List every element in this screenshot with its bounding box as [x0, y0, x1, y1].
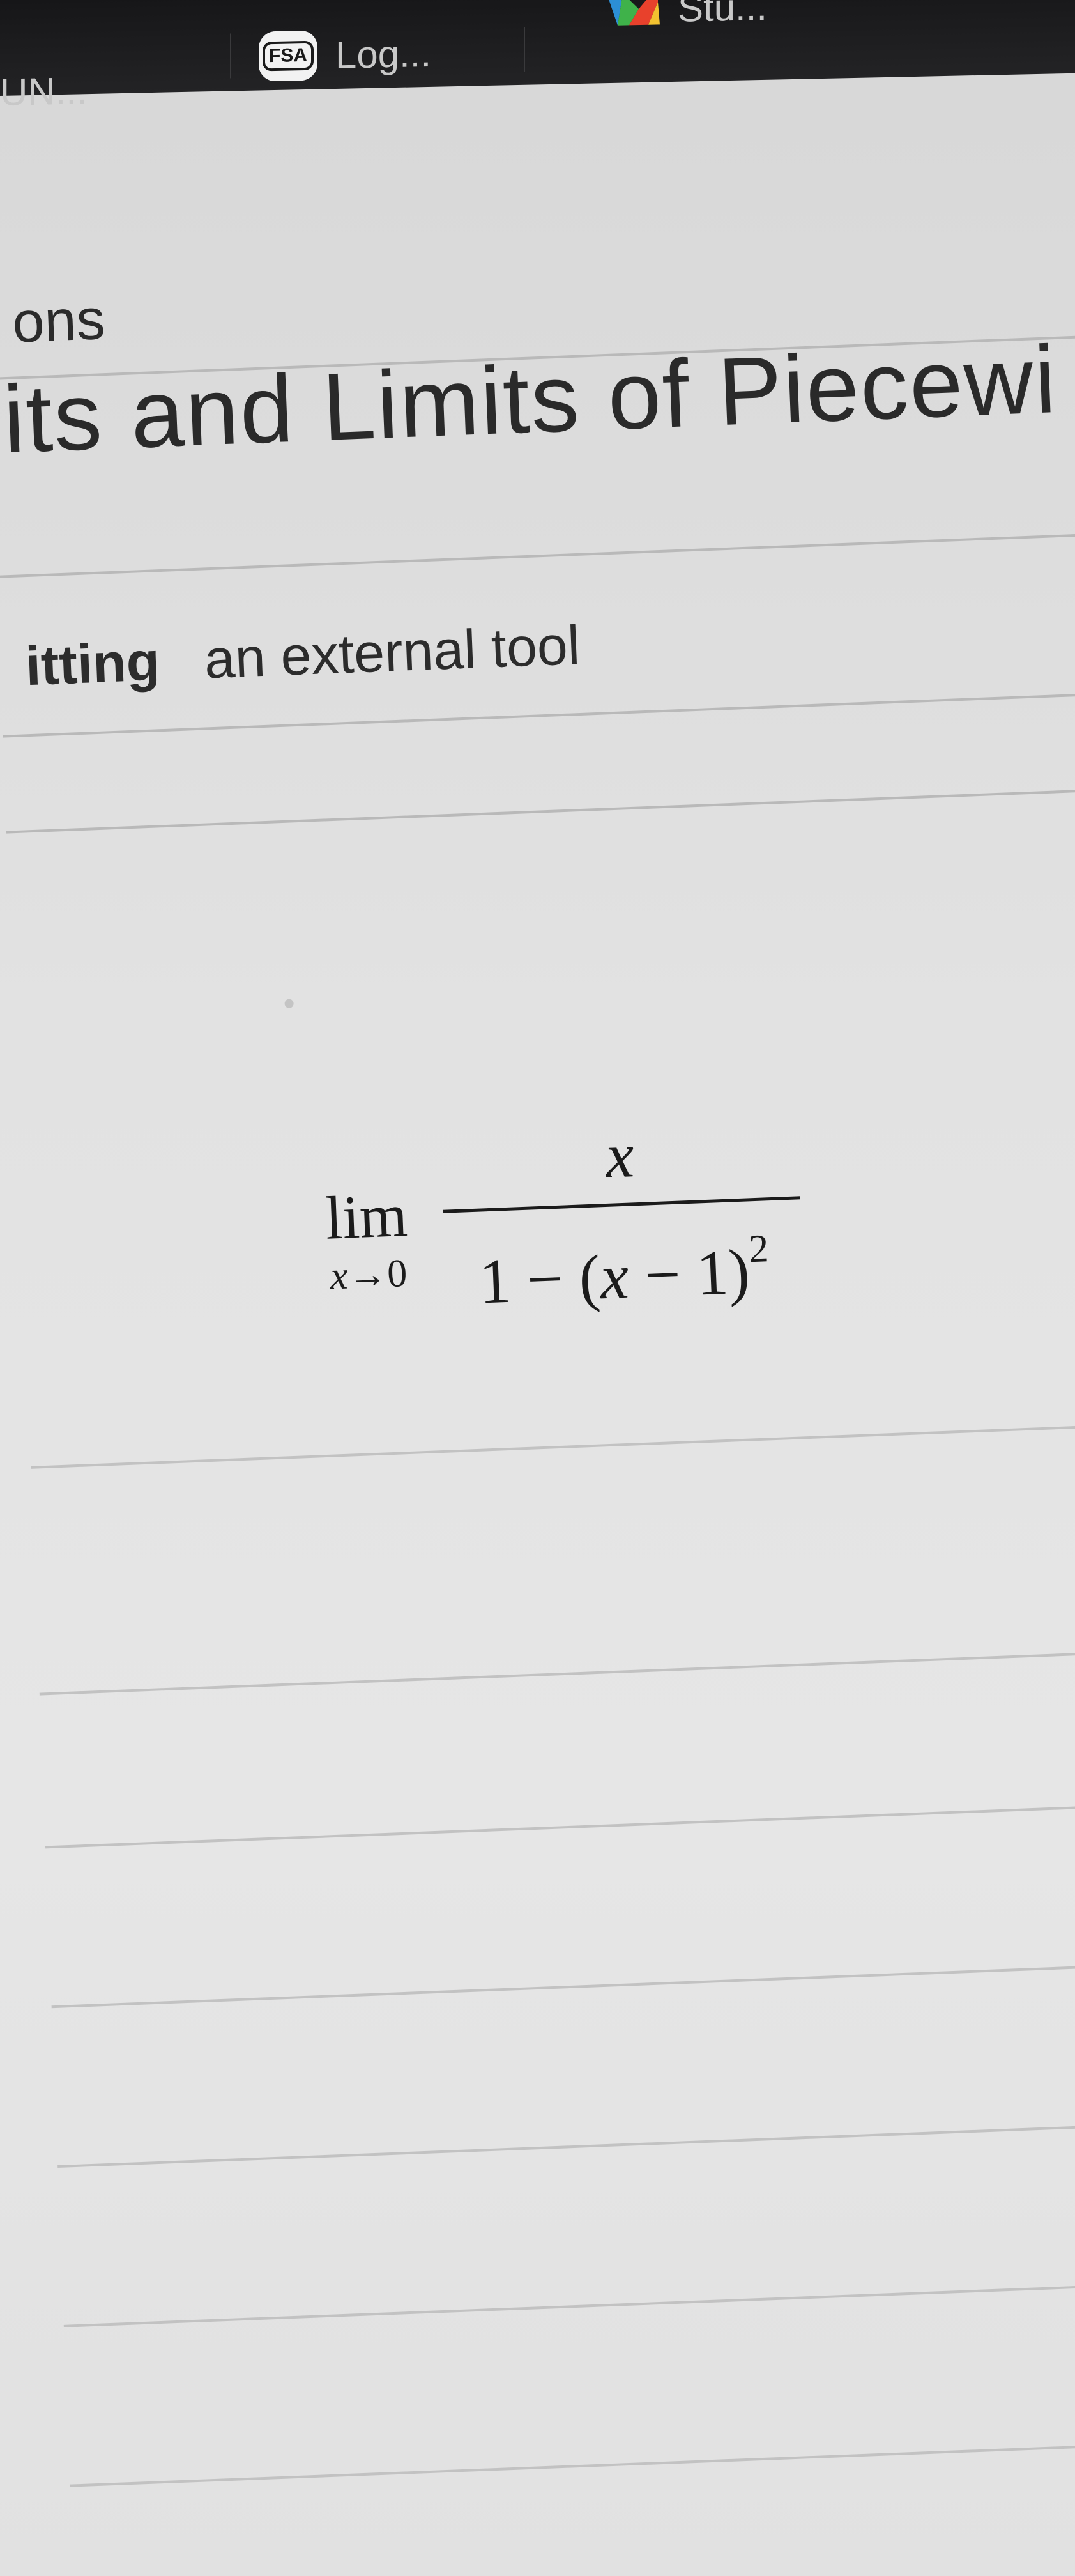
- denominator: 1 − (x − 1)2: [443, 1206, 805, 1324]
- submission-label: itting: [24, 631, 161, 698]
- lim-word: lim: [324, 1180, 409, 1252]
- submission-details: itting an external tool: [24, 614, 581, 698]
- divider: [0, 531, 1075, 578]
- denominator-variable: x: [598, 1240, 630, 1313]
- limit-variable: x: [329, 1254, 349, 1298]
- limit-value: 0: [386, 1252, 408, 1296]
- breadcrumb[interactable]: ons: [11, 287, 107, 356]
- limit-operator: lim x→0: [314, 1180, 421, 1299]
- content-area: ons its and Limits of Piecewi itting an e…: [0, 0, 1075, 2574]
- limit-expression: lim x→0 x 1 − (x − 1)2: [312, 1100, 907, 1333]
- page: UN... FSA Log... Stu... ons its and Limi…: [0, 0, 1075, 2576]
- limit-arrow: →: [347, 1252, 388, 1298]
- frame-dot: [284, 999, 294, 1009]
- submission-type: an external tool: [203, 614, 581, 691]
- denominator-part: − 1): [627, 1236, 751, 1312]
- fraction: x 1 − (x − 1)2: [439, 1104, 805, 1324]
- limit-subscript: x→0: [317, 1250, 421, 1299]
- breadcrumb-label: ons: [11, 288, 107, 355]
- denominator-exponent: 2: [748, 1227, 770, 1271]
- denominator-part: 1 − (: [478, 1241, 602, 1317]
- divider: [3, 691, 1075, 738]
- numerator: x: [604, 1119, 636, 1192]
- page-title: its and Limits of Piecewi: [1, 325, 1059, 473]
